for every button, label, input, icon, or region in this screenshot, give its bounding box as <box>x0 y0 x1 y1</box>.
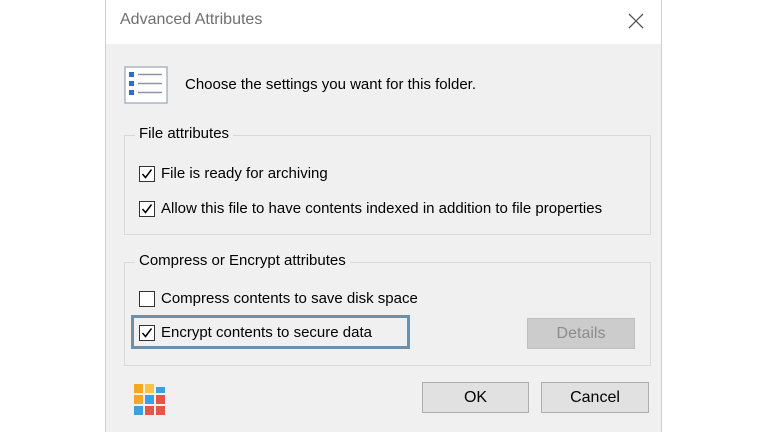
compress-checkbox-label: Compress contents to save disk space <box>161 290 418 307</box>
index-checkbox-row[interactable]: Allow this file to have contents indexed… <box>139 200 602 217</box>
encrypt-checkbox-row[interactable]: Encrypt contents to secure data <box>139 324 372 341</box>
archive-checkbox-label: File is ready for archiving <box>161 165 328 182</box>
encrypt-checkbox-label: Encrypt contents to secure data <box>161 324 372 341</box>
dialog-title: Advanced Attributes <box>120 11 263 28</box>
windows-app-logo <box>134 384 165 415</box>
checklist-icon <box>124 66 168 104</box>
close-icon <box>628 13 644 29</box>
file-attributes-group: File attributes <box>124 125 651 235</box>
checkmark-icon <box>141 203 153 214</box>
file-attributes-label: File attributes <box>135 125 234 142</box>
close-button[interactable] <box>619 6 653 36</box>
index-checkbox-label: Allow this file to have contents indexed… <box>161 200 603 217</box>
cancel-button[interactable]: Cancel <box>541 382 649 413</box>
intro-text: Choose the settings you want for this fo… <box>185 76 476 93</box>
checkmark-icon <box>141 168 153 179</box>
compress-encrypt-group: Compress or Encrypt attributes <box>124 252 651 366</box>
archive-checkbox[interactable] <box>139 165 155 182</box>
title-bar: Advanced Attributes <box>106 0 661 44</box>
advanced-attributes-dialog: Advanced Attributes Choose the settings … <box>105 0 662 432</box>
archive-checkbox-row[interactable]: File is ready for archiving <box>139 165 328 182</box>
details-button[interactable]: Details <box>527 318 635 349</box>
checkmark-icon <box>141 327 153 338</box>
encrypt-checkbox[interactable] <box>139 324 155 341</box>
ok-button[interactable]: OK <box>422 382 529 413</box>
index-checkbox[interactable] <box>139 200 155 217</box>
compress-checkbox-row[interactable]: Compress contents to save disk space <box>139 290 418 307</box>
compress-encrypt-label: Compress or Encrypt attributes <box>135 252 350 269</box>
compress-checkbox[interactable] <box>139 290 155 307</box>
